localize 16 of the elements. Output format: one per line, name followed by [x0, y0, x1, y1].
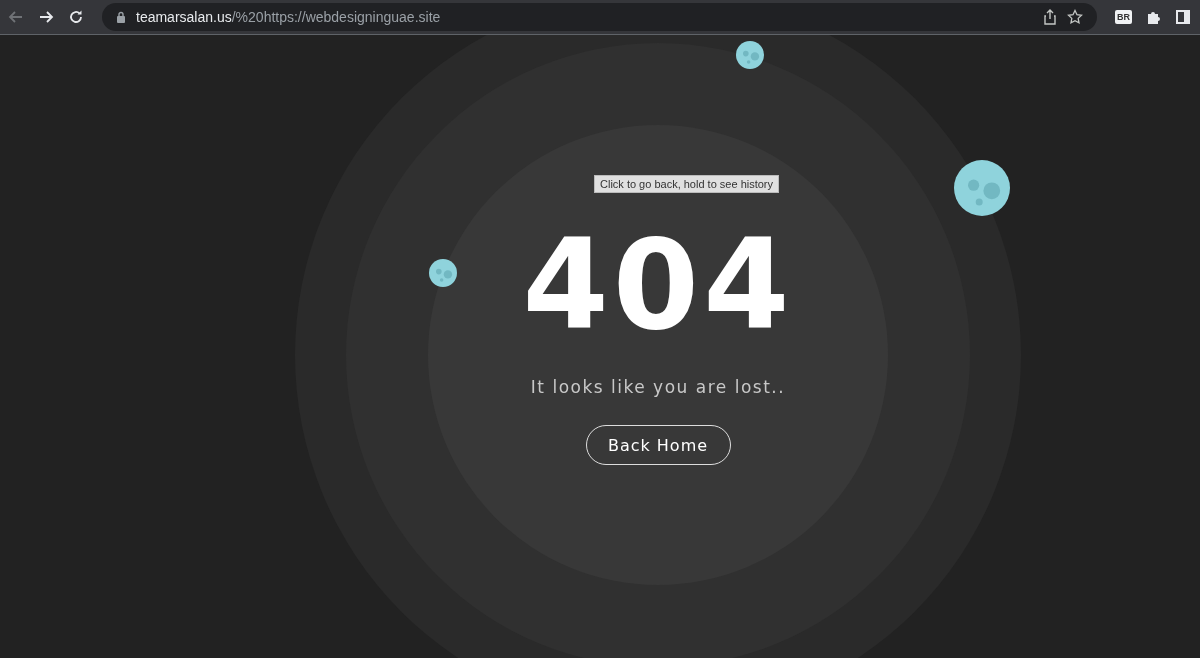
error-code: 404	[522, 215, 794, 355]
forward-icon[interactable]	[38, 9, 54, 25]
tooltip: Click to go back, hold to see history	[594, 175, 780, 193]
moon-icon	[954, 160, 1010, 216]
star-icon[interactable]	[1067, 9, 1083, 25]
lock-icon	[116, 11, 126, 23]
extension-button[interactable]: BR	[1115, 10, 1132, 24]
error-message: It looks like you are lost..	[530, 377, 786, 397]
moon-icon	[736, 41, 764, 69]
url-text: teamarsalan.us/%20https://webdesigninguae.site	[136, 9, 441, 25]
share-icon[interactable]	[1043, 9, 1057, 25]
reload-icon[interactable]	[68, 9, 84, 25]
puzzle-icon[interactable]	[1146, 9, 1162, 25]
address-bar[interactable]: teamarsalan.us/%20https://webdesigninguae.site	[102, 3, 1097, 31]
sidebar-icon[interactable]	[1176, 10, 1190, 24]
moon-icon	[429, 259, 457, 287]
